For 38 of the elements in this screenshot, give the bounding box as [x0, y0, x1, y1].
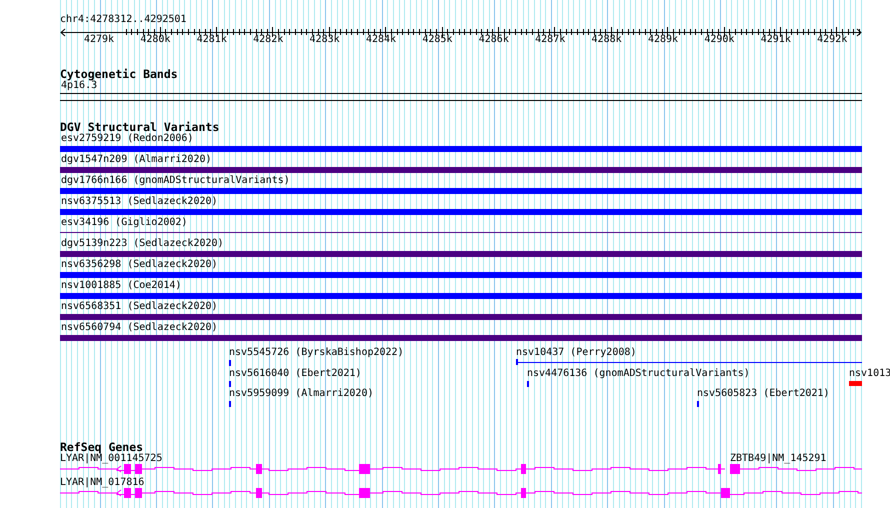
tick-label: 4292k [817, 34, 848, 46]
variant-label: nsv10437 (Perry2008) [516, 347, 636, 359]
tick-label: 4280k [140, 34, 170, 46]
tick-label: 4285k [422, 34, 452, 46]
location-label: chr4:4278312..4292501 [60, 14, 186, 26]
gene-label: ZBTB49|NM_145291 [730, 453, 826, 465]
tick-label: 4284k [366, 34, 396, 46]
band-label: 4p16.3 [61, 80, 98, 92]
variant-label: dgv5139n223 (Sedlazeck2020) [60, 238, 224, 250]
variant-label: nsv5959099 (Almarri2020) [229, 388, 374, 400]
variant-label: nsv6375513 (Sedlazeck2020) [60, 196, 218, 208]
tick-label: 4291k [760, 34, 791, 46]
variant-label: nsv5605823 (Ebert2021) [697, 388, 830, 400]
variant-label: nsv6356298 (Sedlazeck2020) [60, 259, 218, 271]
tick-label: 4286k [478, 34, 509, 46]
variant-label: nsv6568351 (Sedlazeck2020) [60, 301, 218, 313]
variant-label: esv34196 (Giglio2002) [60, 217, 188, 229]
tick-label: 4279k [84, 34, 114, 46]
track-title: DGV Structural Variants [60, 121, 220, 133]
gene-label: LYAR|NM_017816 [60, 477, 144, 489]
gene-label: LYAR|NM_001145725 [60, 453, 162, 465]
tick-label: 4289k [648, 34, 678, 46]
tick-label: 4283k [310, 34, 340, 46]
variant-label: nsv1001885 (Coe2014) [60, 280, 182, 292]
track-title: RefSeq Genes [60, 441, 144, 453]
variant-label: dgv1547n209 (Almarri2020) [60, 154, 212, 166]
tick-label: 4287k [535, 34, 566, 46]
tick-label: 4282k [253, 34, 284, 46]
tick-label: 4290k [704, 34, 734, 46]
variant-label: nsv4476136 (gnomADStructuralVariants) [527, 368, 750, 380]
track-title: Cytogenetic Bands [60, 68, 178, 80]
variant-label: nsv5616040 (Ebert2021) [229, 368, 362, 380]
variant-label: nsv5545726 (ByrskaBishop2022) [229, 347, 404, 359]
variant-label: esv2759219 (Redon2006) [60, 133, 194, 145]
variant-label: dgv1766n166 (gnomADStructuralVariants) [60, 175, 290, 187]
tick-label: 4288k [592, 34, 622, 46]
variant-label: nsv6560794 (Sedlazeck2020) [60, 322, 218, 334]
tick-label: 4281k [196, 34, 227, 46]
